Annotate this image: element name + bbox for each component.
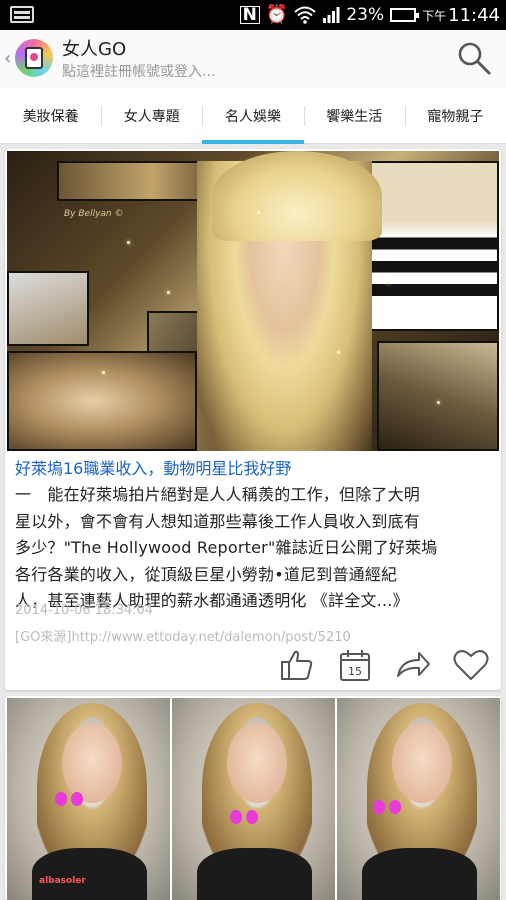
photo-clothing — [362, 848, 477, 900]
article-title[interactable]: 好萊塢16職業收入，動物明星比我好野 — [15, 455, 291, 479]
calendar-day: 15 — [348, 665, 362, 678]
search-icon[interactable] — [456, 40, 492, 76]
photo-face — [227, 723, 287, 803]
login-prompt[interactable]: 點這裡註冊帳號或登入... — [62, 61, 215, 81]
photo-face — [392, 723, 452, 803]
article-body-line: 一 能在好萊塢拍片絕對是人人稱羨的工作，但除了大明 — [15, 485, 421, 504]
photo-watermark: albasoler — [39, 876, 86, 886]
tab-lifestyle[interactable]: 饗樂生活 — [303, 88, 405, 143]
photo-clothing — [32, 848, 147, 900]
article-body-line: 各行各業的收入，從頂級巨星小勞勃•道尼到普通經紀 — [15, 564, 398, 584]
favorite-button[interactable] — [453, 647, 489, 683]
article-body-line: 星以外，會不會有人想知道那些幕後工作人員收入到底有 — [15, 511, 421, 531]
article-card[interactable]: By Bellyan © 好萊塢16職業收入，動物明星比我好野 一 能在好萊塢拍… — [5, 149, 501, 690]
article-source-link[interactable]: [GO來源]http://www.ettoday.net/dalemon/pos… — [15, 626, 351, 645]
like-button[interactable] — [279, 647, 315, 683]
collage-photo — [377, 341, 499, 451]
like-icon — [281, 650, 313, 680]
sparkle — [337, 351, 340, 354]
sparkle — [127, 241, 130, 244]
bow-icon — [230, 808, 258, 826]
wifi-icon — [294, 6, 316, 24]
signal-icon — [323, 7, 340, 23]
sparkle — [102, 371, 105, 374]
article-body[interactable]: 一 能在好萊塢拍片絕對是人人稱羨的工作，但除了大明 星以外，會不會有人想知道那些… — [15, 482, 495, 615]
app-title: 女人GO — [62, 39, 127, 60]
image-caption: By Bellyan © — [64, 209, 124, 219]
tab-beauty[interactable]: 美妝保養 — [0, 88, 101, 143]
clock-time: 11:44 — [448, 4, 500, 26]
nfc-icon: N — [239, 6, 260, 24]
calendar-button[interactable]: 15 — [337, 647, 373, 683]
status-icons: N ⏰ 23% 下午 11:44 — [239, 0, 500, 30]
sparkle — [437, 401, 440, 404]
article-image[interactable]: By Bellyan © — [7, 151, 499, 451]
app-bar: ‹ 女人GO 點這裡註冊帳號或登入... — [0, 30, 506, 88]
category-tabs: 美妝保養 女人專題 名人娛樂 饗樂生活 寵物親子 — [0, 88, 506, 144]
portrait-hair — [212, 151, 382, 241]
phone-icon — [25, 47, 43, 69]
tab-pets-family[interactable]: 寵物親子 — [404, 88, 506, 143]
share-button[interactable] — [395, 647, 431, 683]
bow-icon — [55, 790, 83, 808]
calendar-icon: 15 — [340, 650, 370, 681]
photo-clothing — [197, 848, 312, 900]
photo-panel — [337, 698, 500, 900]
photo-panel — [172, 698, 335, 900]
article-timestamp: 2014-10-06 18:34:04 — [15, 603, 154, 618]
battery-percent: 23% — [346, 5, 385, 25]
bow-icon — [373, 798, 401, 816]
tab-women-topics[interactable]: 女人專題 — [101, 88, 202, 143]
alarm-icon: ⏰ — [265, 4, 289, 25]
sparkle — [257, 211, 260, 214]
app-logo[interactable] — [15, 39, 53, 77]
article-body-line: 多少？"The Hollywood Reporter"雜誌近日公開了好萊塢 — [15, 538, 438, 557]
sparkle — [387, 281, 390, 284]
article-card[interactable]: albasoler — [5, 696, 501, 900]
collage-photo — [7, 351, 197, 451]
share-icon — [397, 652, 430, 677]
heart-icon — [453, 650, 489, 680]
battery-icon — [390, 8, 420, 22]
back-chevron-icon[interactable]: ‹ — [4, 48, 11, 69]
sparkle — [167, 291, 170, 294]
collage-photo — [7, 271, 89, 346]
time-ampm: 下午 — [422, 8, 447, 23]
status-bar: N ⏰ 23% 下午 11:44 — [0, 0, 506, 30]
photo-panel: albasoler — [7, 698, 170, 900]
notification-icon — [10, 6, 34, 23]
article-actions: 15 — [279, 647, 489, 683]
tab-celebrity[interactable]: 名人娛樂 — [202, 88, 304, 144]
